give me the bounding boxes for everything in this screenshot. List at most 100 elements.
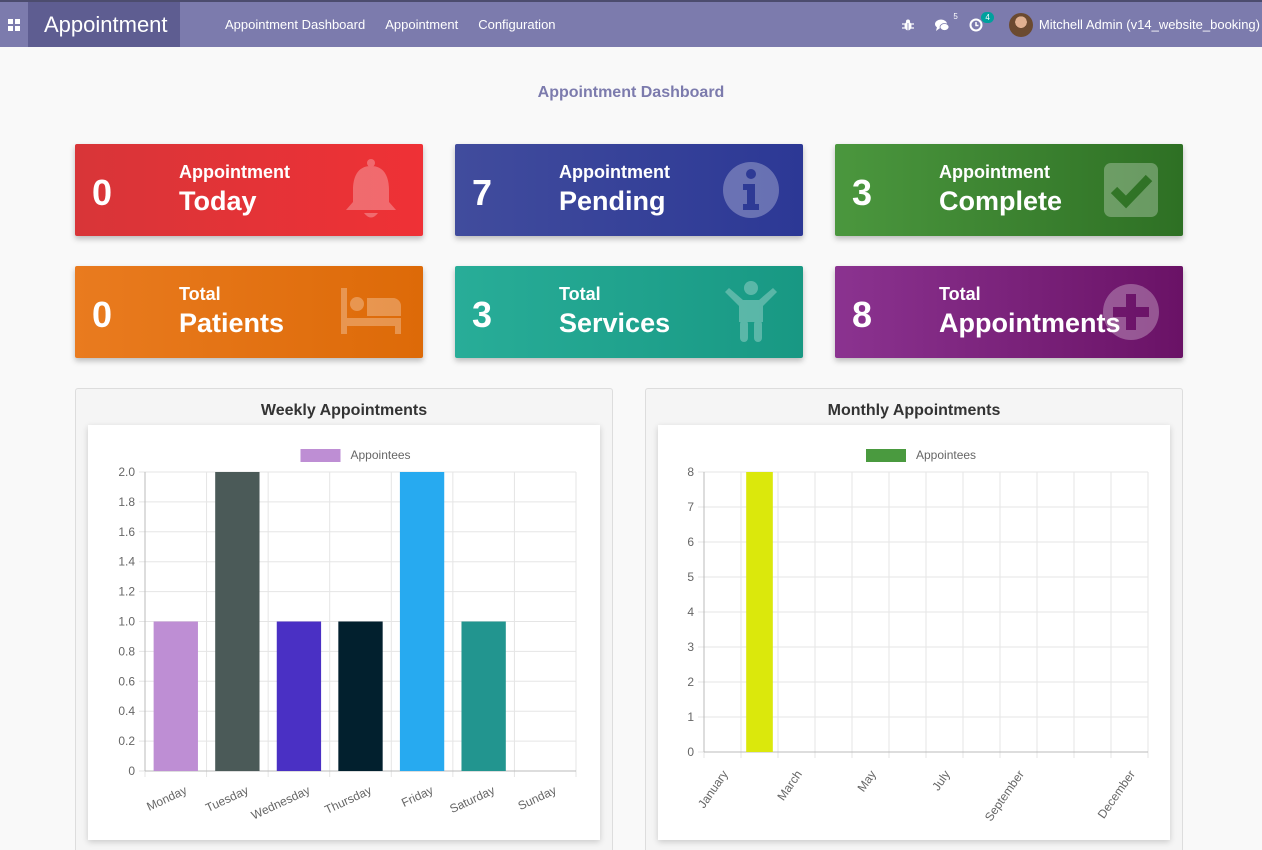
card-appointment-complete[interactable]: 3 Appointment Complete (835, 144, 1183, 236)
activities-button[interactable]: 4 (969, 11, 994, 32)
bar-monday (153, 621, 198, 771)
info-icon (723, 162, 779, 218)
bar-friday (399, 472, 445, 771)
monthly-bar-chart: Appointees 0 1 2 3 4 5 6 7 8 January March May July Se… (687, 448, 1149, 824)
bar-saturday (461, 621, 506, 771)
messages-button[interactable]: 5 (934, 12, 958, 32)
y-tick-label: 8 (687, 465, 694, 479)
card-total-patients[interactable]: 0 Total Patients (75, 266, 423, 358)
plus-circle-icon (1103, 284, 1159, 340)
legend-label: Appointees (351, 448, 411, 462)
x-tick-label: July (929, 768, 953, 794)
card-count: 0 (92, 172, 113, 213)
legend-swatch (866, 449, 906, 462)
y-tick-label: 1.8 (118, 495, 135, 509)
bar-wednesday (276, 621, 322, 771)
x-tick-label: Sunday (516, 783, 559, 813)
card-count: 8 (852, 294, 873, 335)
x-tick-label: January (695, 768, 731, 811)
bar-february (746, 472, 773, 752)
card-label-top: Appointment (939, 162, 1050, 182)
y-tick-label: 2.0 (118, 465, 135, 479)
monthly-appointments-panel: Monthly Appointments Appointees 0 1 2 3 4 5 6 7 8… (645, 388, 1183, 850)
card-label-top: Appointment (179, 162, 290, 182)
y-tick-label: 4 (687, 605, 694, 619)
x-tick-label: September (982, 768, 1027, 824)
card-label-bottom: Today (179, 186, 257, 216)
weekly-chart-container: Appointees 0 0.2 0.4 0.6 0.8 1.0 1.2 1.4 1.6 1.8 2.… (88, 425, 600, 840)
card-count: 3 (852, 172, 873, 213)
menu-item-appointment[interactable]: Appointment (375, 2, 468, 47)
card-total-appointments[interactable]: 8 Total Appointments (835, 266, 1183, 358)
y-tick-label: 1.4 (118, 555, 135, 569)
card-label-bottom: Complete (939, 186, 1063, 216)
page-title: Appointment Dashboard (537, 84, 725, 101)
y-tick-label: 3 (687, 640, 694, 654)
card-count: 0 (92, 294, 113, 335)
grid-icon (8, 18, 20, 31)
y-tick-label: 1.2 (118, 585, 135, 599)
y-tick-label: 0.2 (118, 734, 135, 748)
card-label-top: Appointment (559, 162, 670, 182)
x-tick-label: March (774, 768, 805, 803)
card-total-services[interactable]: 3 Total Services (455, 266, 803, 358)
x-tick-label: Monday (144, 783, 189, 814)
child-icon (725, 281, 777, 342)
bed-icon (341, 288, 401, 334)
card-label-top: Total (179, 284, 221, 304)
messages-count: 5 (953, 11, 958, 21)
monthly-chart-title: Monthly Appointments (827, 402, 1001, 419)
y-tick-label: 0 (687, 745, 694, 759)
x-tick-label: Friday (399, 783, 435, 810)
comments-icon (934, 19, 949, 31)
monthly-chart-container: Appointees 0 1 2 3 4 5 6 7 8 January March May July Se… (658, 425, 1170, 840)
y-tick-label: 5 (687, 570, 694, 584)
user-name: Mitchell Admin (v14_website_booking) (1038, 17, 1260, 32)
card-label-bottom: Appointments (939, 308, 1121, 338)
y-tick-label: 7 (687, 500, 694, 514)
x-tick-label: Wednesday (249, 783, 312, 822)
y-tick-label: 0.8 (118, 644, 135, 658)
x-tick-label: Thursday (323, 783, 374, 817)
card-count: 7 (472, 172, 493, 213)
weekly-chart-title: Weekly Appointments (260, 402, 428, 419)
check-square-icon (1104, 163, 1158, 217)
card-label-bottom: Patients (179, 308, 285, 338)
x-tick-label: May (854, 768, 878, 795)
y-tick-label: 1 (687, 710, 694, 724)
bug-icon (901, 19, 914, 30)
systray: 5 4 Mitchell Admin (v14_website_booking) (901, 2, 1262, 47)
card-appointment-pending[interactable]: 7 Appointment Pending (455, 144, 803, 236)
y-tick-label: 2 (687, 675, 694, 689)
card-label-top: Total (939, 284, 981, 304)
bar-tuesday (215, 472, 260, 771)
apps-menu-button[interactable] (0, 2, 28, 47)
bell-icon (346, 159, 396, 218)
card-appointment-today[interactable]: 0 Appointment Today (75, 144, 423, 236)
avatar (1008, 12, 1033, 37)
app-brand[interactable]: Appointment (28, 2, 180, 47)
weekly-bar-chart: Appointees 0 0.2 0.4 0.6 0.8 1.0 1.2 1.4 1.6 1.8 2.… (118, 448, 577, 822)
debug-button[interactable] (901, 18, 915, 32)
legend-label: Appointees (916, 448, 976, 462)
menu-item-appointment-dashboard[interactable]: Appointment Dashboard (215, 2, 375, 47)
user-menu[interactable]: Mitchell Admin (v14_website_booking) (1008, 12, 1262, 37)
top-navbar: Appointment Appointment Dashboard Appoin… (0, 0, 1262, 47)
weekly-appointments-panel: Weekly Appointments Appointees 0 0.2 0.4 0.6… (75, 388, 613, 850)
y-tick-label: 1.0 (118, 615, 135, 629)
y-tick-label: 1.6 (118, 525, 135, 539)
y-tick-label: 0.6 (118, 674, 135, 688)
card-label-bottom: Pending (559, 186, 666, 216)
activities-badge: 4 (981, 11, 994, 23)
card-count: 3 (472, 294, 493, 335)
y-tick-label: 0 (128, 764, 135, 778)
bar-thursday (338, 621, 383, 771)
y-tick-label: 6 (687, 535, 694, 549)
x-tick-label: Saturday (447, 783, 496, 816)
x-tick-label: December (1095, 768, 1138, 821)
main-menu: Appointment Dashboard Appointment Config… (215, 2, 566, 47)
y-tick-label: 0.4 (118, 704, 135, 718)
card-label-top: Total (559, 284, 601, 304)
menu-item-configuration[interactable]: Configuration (468, 2, 565, 47)
card-label-bottom: Services (559, 308, 671, 338)
